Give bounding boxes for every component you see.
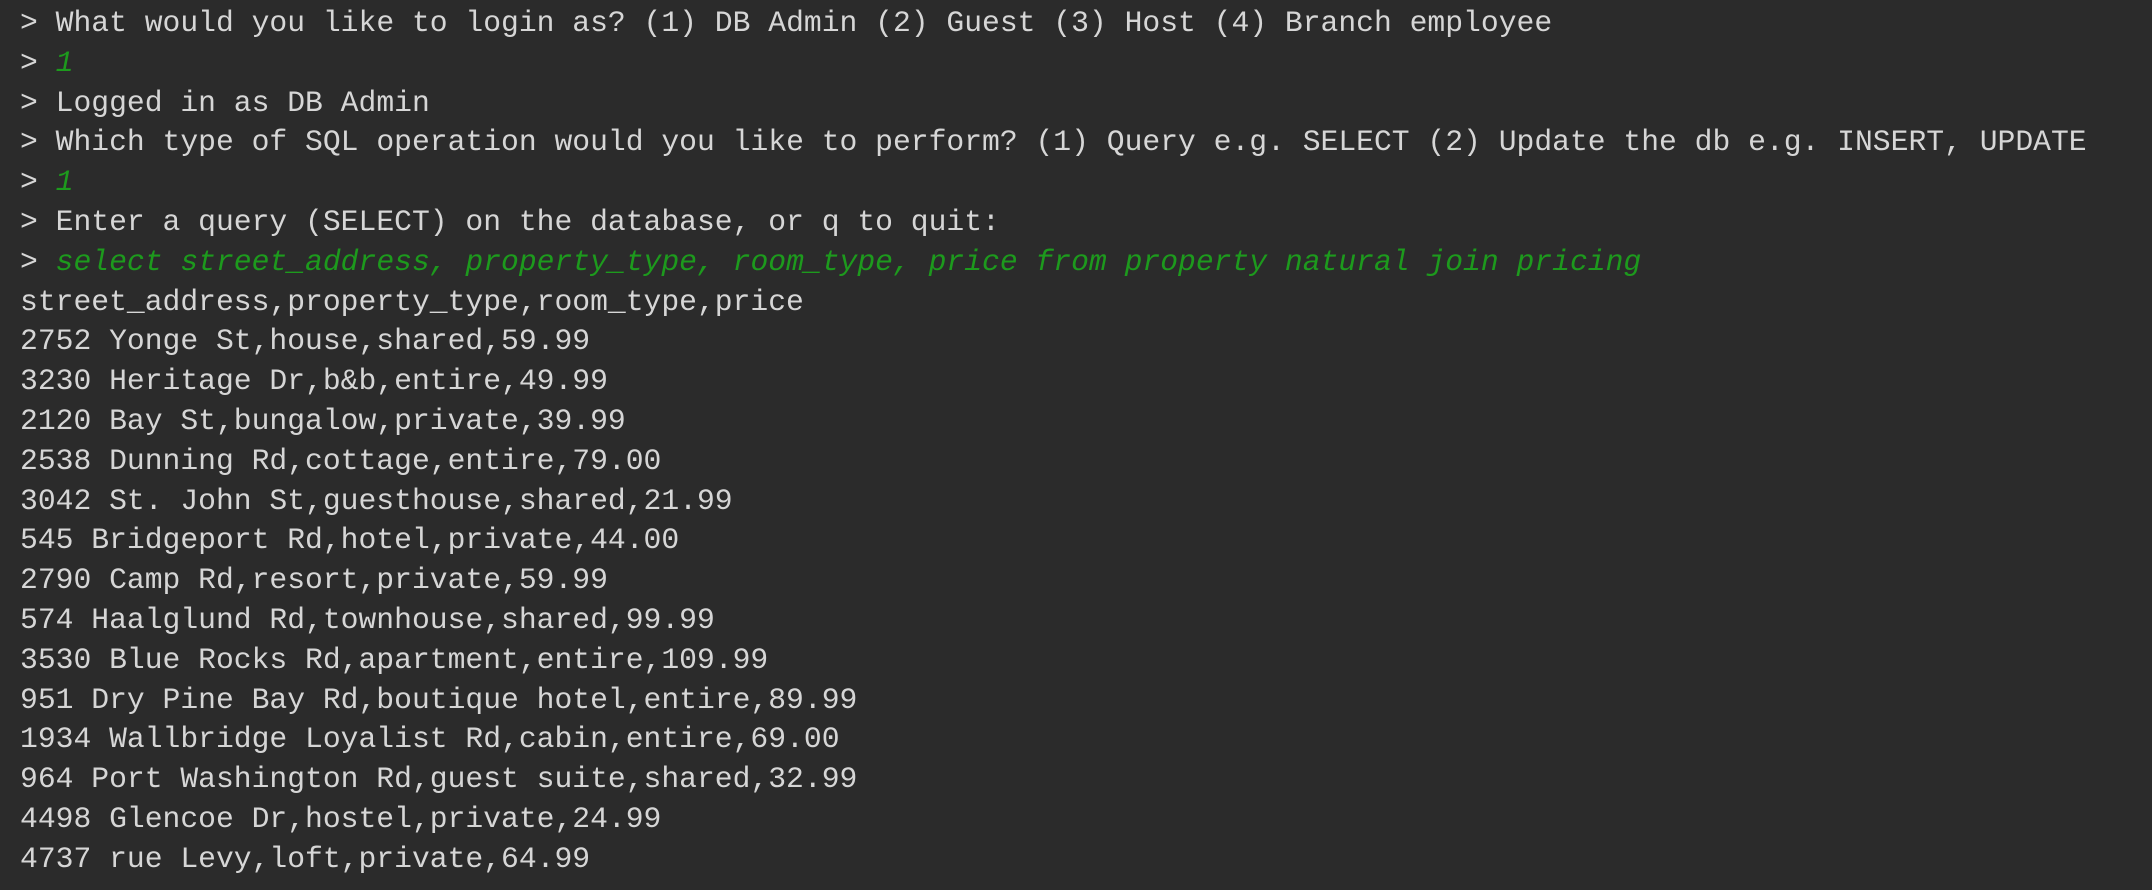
result-row: 3230 Heritage Dr,b&b,entire,49.99 (20, 364, 608, 399)
result-row: 2752 Yonge St,house,shared,59.99 (20, 324, 591, 359)
operation-choice-input[interactable]: 1 (56, 165, 74, 199)
result-row: 4498 Glencoe Dr,hostel,private,24.99 (20, 801, 662, 836)
result-row: 2538 Dunning Rd,cottage,entire,79.00 (20, 443, 662, 478)
terminal-line-query-input: > select street_address, property_type, … (0, 243, 2152, 283)
sql-query-input[interactable]: select street_address, property_type, ro… (56, 245, 1642, 279)
prompt-symbol: > (20, 244, 56, 279)
result-row: 545 Bridgeport Rd,hotel,private,44.00 (20, 523, 680, 558)
terminal-line-login-confirm: > Logged in as DB Admin (0, 84, 2152, 124)
result-row: 3530 Blue Rocks Rd,apartment,entire,109.… (20, 642, 769, 677)
result-row: 1934 Wallbridge Loyalist Rd,cabin,entire… (20, 722, 840, 757)
terminal-window[interactable]: > What would you like to login as? (1) D… (0, 0, 2152, 890)
terminal-line-query-prompt: > Enter a query (SELECT) on the database… (0, 203, 2152, 243)
result-row: 2790 Camp Rd,resort,private,59.99 (20, 563, 608, 598)
terminal-line-login-prompt: > What would you like to login as? (1) D… (0, 4, 2152, 44)
result-row: 2120 Bay St,bungalow,private,39.99 (20, 403, 626, 438)
result-row: 574 Haalglund Rd,townhouse,shared,99.99 (20, 602, 715, 637)
result-row: 964 Port Washington Rd,guest suite,share… (20, 762, 858, 797)
query-prompt-text: Enter a query (SELECT) on the database, … (55, 204, 1000, 239)
terminal-line-login-input: > 1 (0, 44, 2152, 84)
result-header: street_address,property_type,room_type,p… (20, 284, 804, 319)
prompt-symbol: > (20, 45, 56, 80)
result-row: 3042 St. John St,guesthouse,shared,21.99 (20, 483, 733, 518)
prompt-symbol: > (20, 165, 56, 200)
prompt-symbol: > (20, 6, 56, 40)
operation-prompt-text: Which type of SQL operation would you li… (55, 125, 2087, 160)
login-choice-input[interactable]: 1 (56, 46, 74, 80)
terminal-line-operation-prompt: > Which type of SQL operation would you … (0, 123, 2152, 163)
result-row: 951 Dry Pine Bay Rd,boutique hotel,entir… (20, 682, 858, 717)
login-prompt-text: What would you like to login as? (1) DB … (55, 6, 1553, 40)
prompt-symbol: > (20, 204, 56, 239)
terminal-line-operation-input: > 1 (0, 163, 2152, 203)
prompt-symbol: > (20, 125, 56, 160)
result-row: 4737 rue Levy,loft,private,64.99 (20, 841, 591, 876)
login-confirm-text: Logged in as DB Admin (55, 85, 430, 120)
prompt-symbol: > (20, 85, 56, 120)
